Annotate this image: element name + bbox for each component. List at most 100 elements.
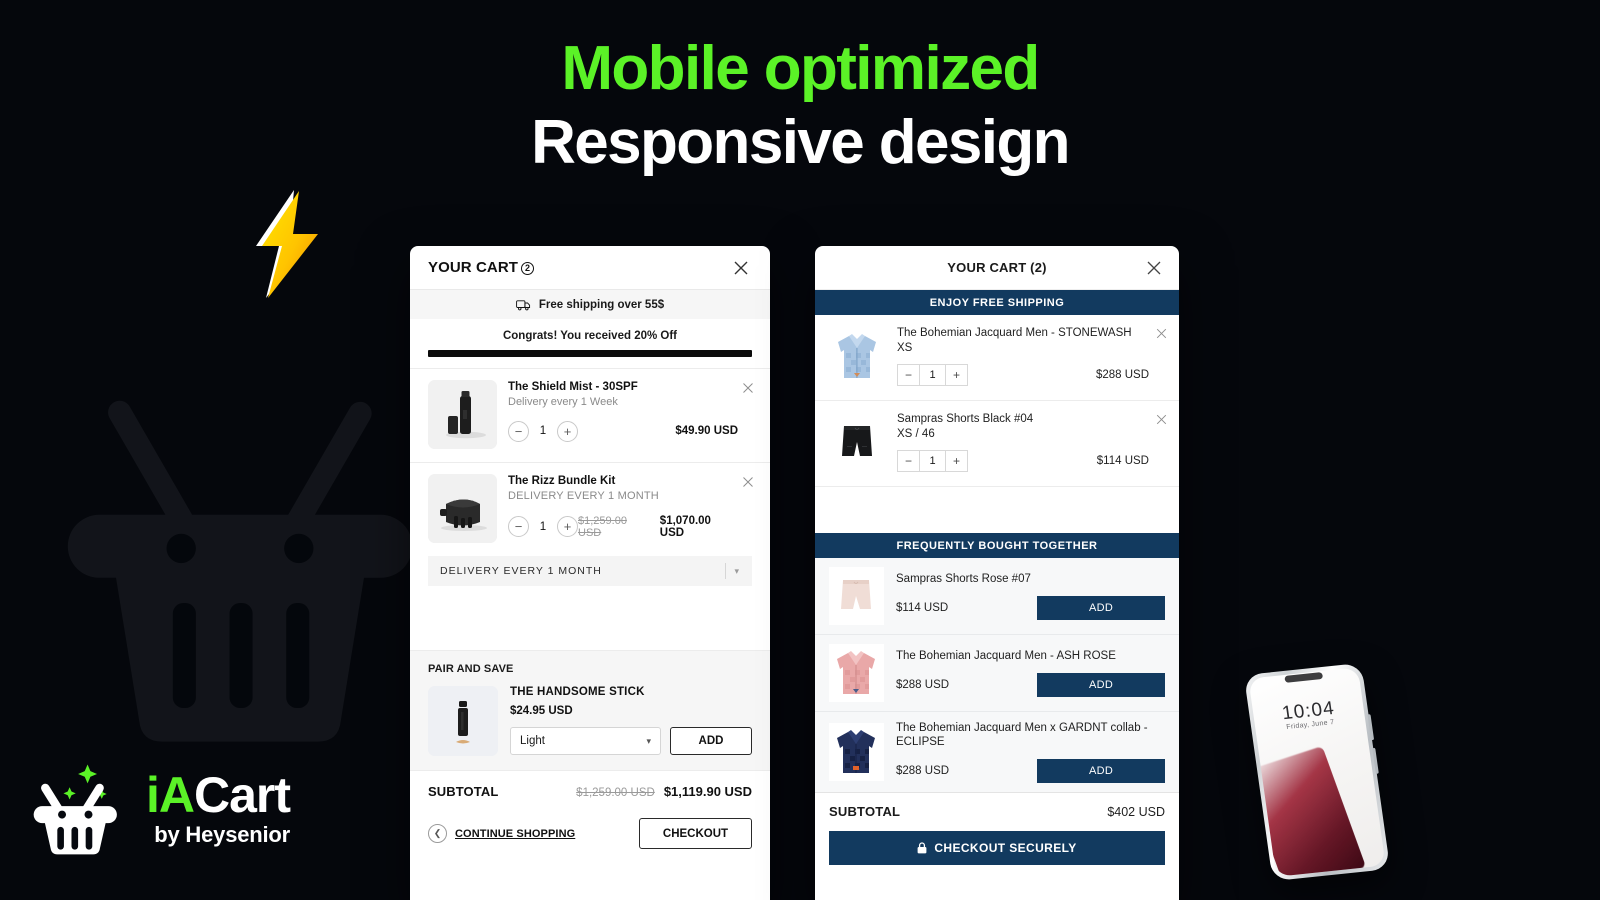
checkout-button[interactable]: CHECKOUT: [639, 818, 752, 849]
line-price-group: $1,259.00 USD $1,070.00 USD: [578, 515, 738, 539]
selling-plan-select[interactable]: DELIVERY EVERY 1 MONTH ▾: [428, 556, 752, 586]
product-subtitle: Delivery every 1 Week: [508, 395, 618, 408]
product-thumbnail-handsome-stick[interactable]: [428, 686, 498, 756]
remove-item-icon[interactable]: [742, 381, 754, 393]
cart-line-body: Sampras Shorts Black #04 XS / 46 − 1 + $…: [897, 412, 1165, 474]
upsell-add-button[interactable]: ADD: [670, 727, 752, 755]
cart-drawer-left: YOUR CART 2 Free shipping over 55$ Congra…: [410, 246, 770, 900]
product-name: Sampras Shorts Black #04: [897, 413, 1034, 425]
checkout-securely-label: CHECKOUT SECURELY: [934, 840, 1077, 855]
cart-left-title-text: YOUR CART: [428, 259, 519, 276]
quantity-stepper: − 1 +: [897, 364, 968, 387]
cart-right-footer: SUBTOTAL $402 USD CHECKOUT SECURELY: [815, 791, 1179, 865]
selling-plan-caret: ▾: [725, 563, 746, 579]
line-price: $288 USD: [1095, 369, 1149, 382]
basket-logo-icon: [28, 760, 132, 856]
subtotal-compare-value: $1,259.00 USD: [576, 787, 655, 799]
headline-line-1: Mobile optimized: [561, 34, 1040, 103]
cart-left-footer: SUBTOTAL $1,259.00 USD $1,119.90 USD ❮ C…: [410, 770, 770, 849]
product-name: The Shield Mist - 30SPF: [508, 381, 638, 393]
quantity-increase-button[interactable]: +: [557, 516, 578, 538]
congrats-message: Congrats! You received 20% Off: [502, 330, 678, 342]
free-shipping-banner: Free shipping over 55$: [410, 290, 770, 319]
product-thumbnail-blue-camp-shirt[interactable]: [829, 326, 885, 388]
close-icon[interactable]: [1143, 257, 1165, 279]
quantity-decrease-button[interactable]: −: [508, 516, 529, 538]
lightning-bolt-icon: [248, 188, 324, 300]
cart-empty-space: [815, 487, 1179, 533]
product-thumbnail-rose-shorts[interactable]: [829, 567, 884, 625]
logo-tagline: by Heysenior: [154, 822, 291, 847]
lock-icon: [917, 842, 927, 854]
product-thumbnail-pink-camp-shirt[interactable]: [829, 644, 884, 702]
chevron-down-icon: ▾: [734, 565, 740, 576]
product-variant: XS: [897, 341, 913, 354]
quantity-increase-button[interactable]: +: [946, 365, 967, 385]
fbt-row: $288 USD ADD: [896, 758, 1165, 783]
list-item: Sampras Shorts Rose #07 $114 USD ADD: [815, 558, 1179, 635]
cart-line-item: The Rizz Bundle Kit DELIVERY EVERY 1 MON…: [410, 462, 770, 556]
checkout-securely-button[interactable]: CHECKOUT SECURELY: [829, 830, 1165, 865]
continue-shopping-button[interactable]: ❮ CONTINUE SHOPPING: [428, 824, 575, 843]
product-variant: XS / 46: [897, 427, 935, 440]
subtotal-value: $1,119.90 USD: [663, 784, 752, 799]
variant-select-value: Light: [520, 735, 545, 747]
product-thumbnail-bundle-kit[interactable]: [428, 474, 497, 543]
fbt-body: The Bohemian Jacquard Men - ASH ROSE $28…: [896, 649, 1165, 697]
upsell-product-price: $288 USD: [896, 764, 950, 777]
quantity-decrease-button[interactable]: −: [898, 365, 919, 385]
cart-line-item: Sampras Shorts Black #04 XS / 46 − 1 + $…: [815, 401, 1179, 487]
remove-item-icon[interactable]: [1156, 326, 1167, 339]
fbt-row: $288 USD ADD: [896, 672, 1165, 697]
cart-line-item: The Bohemian Jacquard Men - STONEWASH XS…: [815, 315, 1179, 401]
cart-drawer-right: YOUR CART (2) ENJOY FREE SHIPPING The Bo…: [815, 246, 1179, 900]
add-to-cart-button[interactable]: ADD: [1037, 595, 1165, 620]
upsell-product-price: $24.95 USD: [510, 705, 573, 717]
subtotal-label: SUBTOTAL: [829, 803, 901, 819]
product-subtitle: DELIVERY EVERY 1 MONTH: [508, 489, 659, 502]
upsell-product-name: The Bohemian Jacquard Men x GARDNT colla…: [896, 722, 1148, 749]
cart-left-header: YOUR CART 2: [410, 246, 770, 290]
quantity-value: 1: [539, 425, 547, 438]
product-name: The Bohemian Jacquard Men - STONEWASH: [897, 327, 1132, 339]
cart-line-body: The Rizz Bundle Kit DELIVERY EVERY 1 MON…: [508, 474, 752, 543]
reward-progress-wrap: [410, 342, 770, 368]
product-name: The Rizz Bundle Kit: [508, 475, 616, 487]
close-icon[interactable]: [730, 257, 752, 279]
headline-line-2: Responsive design: [531, 107, 1070, 177]
remove-item-icon[interactable]: [742, 475, 754, 487]
quantity-decrease-button[interactable]: −: [898, 451, 919, 471]
quantity-stepper: − 1 +: [897, 450, 968, 473]
cart-empty-space: [410, 586, 770, 650]
cart-line-controls: − 1 + $1,259.00 USD $1,070.00 USD: [508, 515, 738, 539]
subtotal-row: SUBTOTAL $1,259.00 USD $1,119.90 USD: [428, 784, 752, 799]
pair-and-save-title: PAIR AND SAVE: [428, 663, 514, 675]
add-to-cart-button[interactable]: ADD: [1037, 672, 1165, 697]
subtotal-row: SUBTOTAL $402 USD: [829, 804, 1165, 819]
product-thumbnail-spray-bottle[interactable]: [428, 380, 497, 449]
upsell-controls: Light ▾ ADD: [510, 727, 752, 755]
cart-left-title: YOUR CART 2: [428, 259, 535, 276]
fbt-body: The Bohemian Jacquard Men x GARDNT colla…: [896, 721, 1165, 783]
pair-and-save-section: PAIR AND SAVE THE HANDSOME STICK $24.95 …: [410, 650, 770, 770]
upsell-product-price: $114 USD: [896, 601, 949, 614]
product-thumbnail-navy-camp-shirt[interactable]: [829, 722, 884, 781]
variant-select[interactable]: Light ▾: [510, 727, 661, 755]
quantity-stepper: − 1 +: [508, 420, 578, 442]
quantity-stepper: − 1 +: [508, 516, 578, 538]
quantity-value: 1: [919, 365, 946, 386]
free-shipping-bar: ENJOY FREE SHIPPING: [815, 290, 1179, 315]
headline-block: Mobile optimized Responsive design: [0, 34, 1600, 182]
logo-wordmark: iACart: [146, 770, 291, 820]
line-compare-price: $1,259.00 USD: [578, 514, 627, 539]
chevron-left-icon: ❮: [428, 824, 447, 843]
add-to-cart-button[interactable]: ADD: [1037, 758, 1165, 783]
quantity-increase-button[interactable]: +: [946, 451, 967, 471]
quantity-decrease-button[interactable]: −: [508, 420, 529, 442]
product-thumbnail-black-shorts[interactable]: [829, 412, 885, 474]
quantity-increase-button[interactable]: +: [557, 420, 578, 442]
upsell-product-name: Sampras Shorts Rose #07: [896, 573, 1031, 586]
remove-item-icon[interactable]: [1156, 412, 1167, 425]
list-item: The Bohemian Jacquard Men x GARDNT colla…: [815, 712, 1179, 792]
cart-right-title: YOUR CART (2): [947, 260, 1047, 275]
